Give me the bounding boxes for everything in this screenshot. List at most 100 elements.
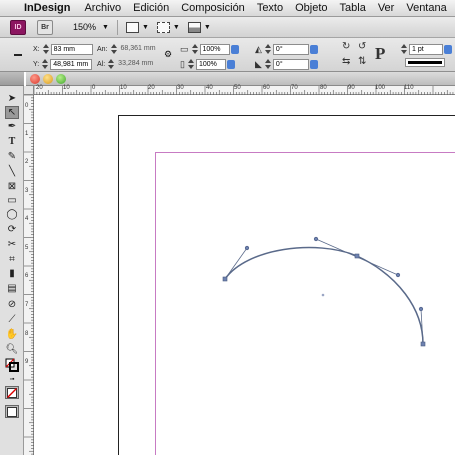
x-field[interactable]: 83 mm — [50, 43, 93, 55]
height-spinner[interactable] — [107, 59, 115, 69]
shear-angle-dropdown[interactable] — [309, 59, 318, 69]
rotate-spinner[interactable] — [264, 44, 271, 54]
constrain-proportions-icon[interactable]: ⚙ — [164, 49, 172, 61]
view-options-icon[interactable] — [125, 21, 139, 33]
eyedropper-tool-icon[interactable]: ⊘ — [5, 298, 19, 311]
anchor-point[interactable] — [222, 276, 228, 282]
rotate-angle-icon: ◭ — [255, 43, 262, 54]
direction-handle[interactable] — [395, 272, 401, 278]
bezier-path-artwork[interactable] — [34, 95, 455, 455]
close-window-button[interactable] — [30, 74, 40, 84]
y-label: Y: — [33, 60, 40, 68]
type-tool-icon[interactable]: T — [5, 135, 19, 148]
ruler-label: 8 — [25, 331, 29, 337]
zoom-tool-icon[interactable]: 🔍︎ — [5, 343, 19, 356]
width-spinner[interactable] — [110, 44, 117, 54]
x-label: X: — [33, 45, 40, 53]
ruler-label: 100 — [375, 85, 386, 91]
zoom-window-button[interactable] — [56, 74, 66, 84]
width-label: An: — [97, 45, 108, 53]
menu-texto[interactable]: Texto — [257, 2, 283, 14]
direction-handle[interactable] — [313, 236, 319, 242]
minimize-window-button[interactable] — [43, 74, 53, 84]
hand-tool-icon[interactable]: ✋ — [5, 328, 19, 341]
scale-x-spinner[interactable] — [191, 44, 198, 54]
anchor-point[interactable] — [420, 341, 426, 347]
free-transform-tool-icon[interactable]: ⌗ — [5, 253, 19, 266]
stroke-weight-spinner[interactable] — [400, 44, 407, 54]
direct-selection-tool-icon[interactable]: ↖ — [5, 106, 19, 119]
width-field[interactable]: 68,361 mm — [119, 44, 163, 55]
tools-panel-header[interactable] — [0, 72, 24, 86]
scale-x-dropdown[interactable] — [230, 44, 239, 54]
rotate-cw-icon[interactable]: ↻ — [342, 41, 350, 52]
menu-tabla[interactable]: Tabla — [340, 2, 366, 14]
rotate-ccw-icon[interactable]: ↺ — [358, 41, 366, 52]
stroke-weight-field[interactable]: 1 pt — [409, 43, 443, 55]
ruler-label: 4 — [25, 216, 29, 222]
toolbar-divider — [116, 19, 118, 35]
scale-x-field[interactable]: 100% — [199, 43, 230, 55]
pen-tool-icon[interactable]: ✒ — [5, 120, 19, 133]
pencil-tool-icon[interactable]: ✎ — [5, 150, 19, 163]
selection-tool-icon[interactable]: ➤ — [5, 92, 19, 105]
document-title-bar[interactable] — [26, 72, 455, 86]
chevron-down-icon: ▼ — [102, 23, 109, 31]
rectangle-frame-tool-icon[interactable]: ⊠ — [5, 180, 19, 193]
menu-ver[interactable]: Ver — [378, 2, 395, 14]
ruler-label: 60 — [263, 85, 270, 91]
rectangle-tool-icon[interactable]: ▭ — [5, 194, 19, 207]
flip-horizontal-icon[interactable]: ⇆ — [342, 56, 350, 67]
rotate-tool-icon[interactable]: ⟳ — [5, 223, 19, 236]
measure-tool-icon[interactable]: ⟋ — [5, 313, 19, 326]
menu-composicion[interactable]: Composición — [181, 2, 245, 14]
height-field[interactable]: 33,284 mm — [116, 59, 160, 70]
flip-vertical-icon[interactable]: ⇅ — [358, 56, 366, 67]
scale-y-dropdown[interactable] — [226, 59, 235, 69]
menu-archivo[interactable]: Archivo — [84, 2, 121, 14]
horizontal-ruler[interactable]: 20 10 0 10 20 30 40 50 60 70 80 90 100 1… — [34, 85, 455, 95]
menu-edicion[interactable]: Edición — [133, 2, 169, 14]
arrange-documents-icon[interactable] — [187, 21, 201, 33]
scale-y-spinner[interactable] — [187, 59, 194, 69]
ellipse-tool-icon[interactable]: ◯ — [5, 208, 19, 221]
vertical-ruler[interactable]: 0 1 2 3 4 5 6 7 8 9 — [24, 95, 34, 455]
menu-objeto[interactable]: Objeto — [295, 2, 327, 14]
gradient-swatch-tool-icon[interactable]: ▮ — [5, 267, 19, 280]
chevron-down-icon: ▼ — [172, 23, 180, 31]
note-tool-icon[interactable]: ▤ — [5, 282, 19, 295]
y-field[interactable]: 48,981 mm — [50, 58, 93, 70]
zoom-level-value: 150% — [73, 22, 97, 32]
rotate-angle-field[interactable]: 0° — [272, 43, 309, 55]
fill-stroke-icon[interactable] — [5, 358, 19, 372]
menu-app[interactable]: InDesign — [24, 2, 70, 14]
shear-spinner[interactable] — [264, 59, 271, 69]
paragraph-direction-icon[interactable]: P — [375, 44, 385, 64]
stroke-type-preview — [408, 61, 442, 64]
screen-mode-icon[interactable] — [156, 21, 170, 33]
screen-mode-icon[interactable] — [5, 405, 19, 418]
stroke-type-dropdown[interactable] — [405, 58, 445, 67]
rotate-angle-dropdown[interactable] — [309, 44, 318, 54]
shear-angle-field[interactable]: 0° — [272, 58, 309, 70]
menu-ventana[interactable]: Ventana — [406, 2, 446, 14]
ruler-label: 110 — [404, 85, 414, 91]
x-spinner[interactable] — [42, 44, 49, 54]
scissors-tool-icon[interactable]: ✂ — [5, 238, 19, 251]
direction-handle[interactable] — [244, 245, 250, 251]
apply-none-icon[interactable] — [5, 386, 19, 399]
line-tool-icon[interactable]: ╲ — [5, 165, 19, 178]
stroke-weight-dropdown[interactable] — [444, 44, 452, 54]
anchor-point[interactable] — [354, 253, 360, 259]
swap-fill-stroke-icon[interactable]: ▫▪ — [5, 373, 19, 386]
scale-y-field[interactable]: 100% — [195, 58, 226, 70]
tools-panel: ➤ ↖ ✒ T ✎ ╲ ⊠ ▭ ◯ ⟳ ✂ ⌗ ▮ ▤ ⊘ ⟋ ✋ 🔍︎ ▫▪ — [0, 72, 24, 455]
reference-point-icon[interactable] — [14, 51, 22, 59]
zoom-level-dropdown[interactable]: 150% ▼ — [73, 22, 109, 32]
bridge-button[interactable]: Br — [37, 19, 53, 35]
document-canvas[interactable] — [34, 95, 455, 455]
ruler-origin[interactable] — [24, 86, 34, 95]
ruler-label: 6 — [25, 273, 29, 279]
direction-handle[interactable] — [418, 306, 424, 312]
y-spinner[interactable] — [41, 59, 49, 69]
